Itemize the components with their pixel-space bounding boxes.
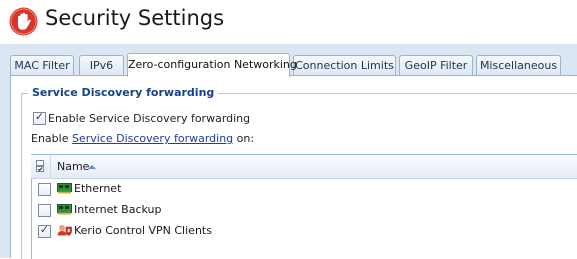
row-name: Internet Backup: [74, 203, 162, 216]
select-all-icon: [36, 160, 44, 172]
tab-connection-limits[interactable]: Connection Limits: [293, 55, 396, 75]
row-name: Kerio Control VPN Clients: [74, 224, 212, 237]
select-all-column[interactable]: [31, 155, 51, 178]
row-checkbox[interactable]: ✓: [38, 223, 51, 238]
row-checkbox[interactable]: [38, 183, 51, 196]
service-discovery-link[interactable]: Service Discovery forwarding: [72, 132, 233, 145]
network-card-icon: [57, 204, 72, 215]
table-row[interactable]: ✓ Kerio Control VPN Clients: [31, 220, 577, 241]
enable-on-suffix: on:: [233, 132, 255, 145]
hand-stop-icon: [9, 7, 38, 36]
column-header-name[interactable]: Name: [57, 160, 89, 173]
tab-zero-configuration-networking[interactable]: Zero-configuration Networking: [127, 53, 297, 77]
enable-on-prefix: Enable: [31, 132, 72, 145]
tab-mac-filter[interactable]: MAC Filter: [10, 55, 74, 75]
header: Security Settings: [0, 0, 577, 44]
checkmark-icon: ✓: [39, 223, 50, 236]
network-card-icon: [57, 183, 72, 194]
sort-ascending-icon: [88, 165, 96, 169]
table-row[interactable]: Internet Backup: [31, 199, 577, 220]
row-name: Ethernet: [74, 182, 122, 195]
checkmark-icon: ✓: [34, 110, 45, 123]
table-row[interactable]: Ethernet: [31, 178, 577, 199]
tab-geoip-filter[interactable]: GeoIP Filter: [399, 55, 473, 75]
tab-miscellaneous[interactable]: Miscellaneous: [476, 55, 561, 75]
grid-header: Name: [31, 155, 577, 179]
enable-service-discovery-checkbox[interactable]: ✓: [33, 110, 46, 125]
fieldset-legend: Service Discovery forwarding: [28, 86, 219, 99]
tab-ipv6[interactable]: IPv6: [79, 55, 124, 75]
row-checkbox[interactable]: [38, 204, 51, 217]
enable-on-text: Enable Service Discovery forwarding on:: [31, 132, 254, 145]
page-title: Security Settings: [45, 6, 225, 30]
vpn-clients-icon: [57, 225, 72, 236]
enable-service-discovery-label[interactable]: Enable Service Discovery forwarding: [48, 112, 250, 125]
